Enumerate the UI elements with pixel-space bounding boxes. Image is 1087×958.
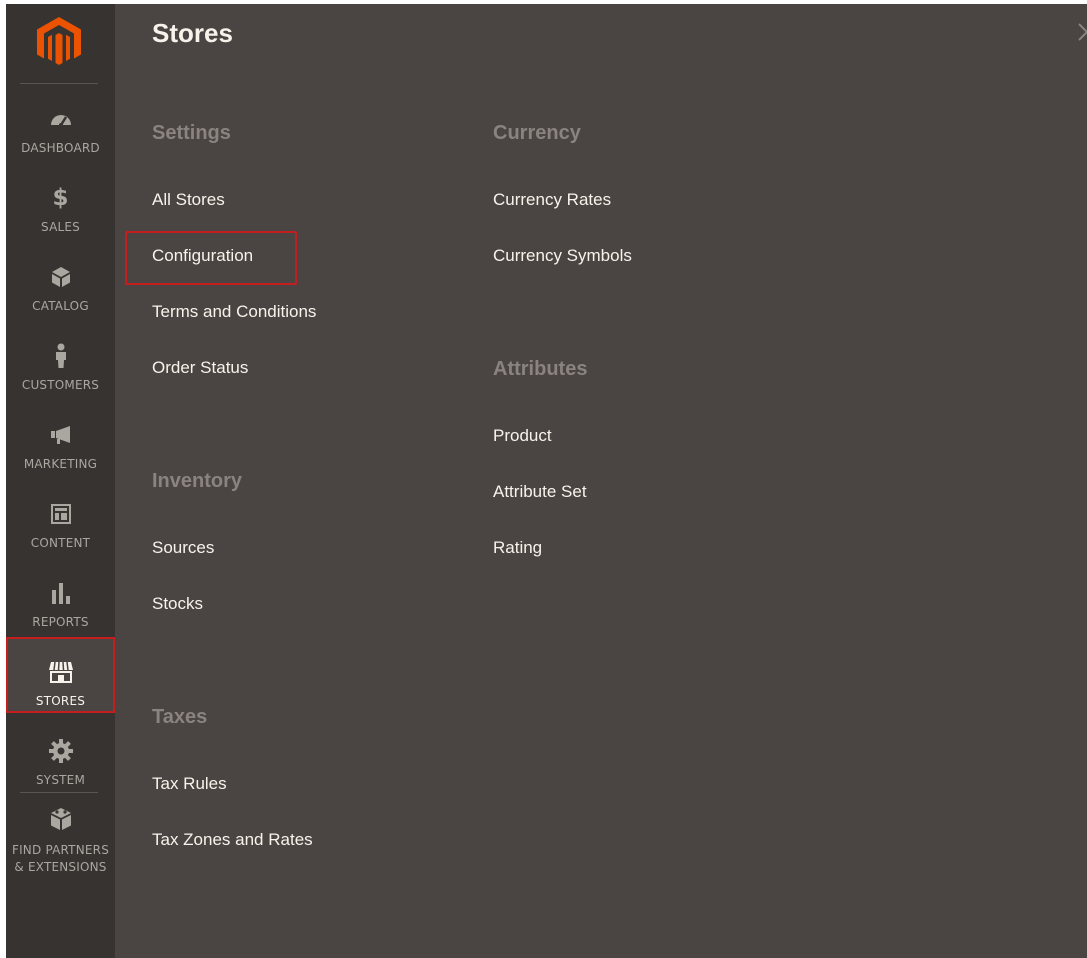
box-icon: [6, 264, 115, 290]
sidebar-item-label: SYSTEM: [35, 773, 86, 787]
section-title-settings: Settings: [152, 122, 231, 144]
link-currency-symbols[interactable]: Currency Symbols: [493, 246, 632, 266]
stores-flyout-panel: Stores Settings All Stores Configuration…: [115, 4, 1087, 958]
dashboard-icon: [6, 106, 115, 132]
admin-app: DASHBOARD $ SALES CATALOG CUSTOMERS MARK…: [0, 0, 1087, 958]
link-attribute-set[interactable]: Attribute Set: [493, 482, 587, 502]
sidebar-item-system[interactable]: SYSTEM: [6, 716, 115, 792]
flyout-title: Stores: [152, 18, 233, 48]
sidebar-item-reports[interactable]: REPORTS: [6, 558, 115, 634]
dollar-icon: $: [52, 185, 69, 211]
link-order-status[interactable]: Order Status: [152, 358, 248, 378]
magento-logo-icon[interactable]: [30, 13, 88, 71]
link-terms-and-conditions[interactable]: Terms and Conditions: [152, 302, 316, 322]
admin-sidebar: DASHBOARD $ SALES CATALOG CUSTOMERS MARK…: [6, 4, 115, 958]
sidebar-item-label: FIND PARTNERS & EXTENSIONS: [6, 842, 115, 876]
layout-icon: [6, 501, 115, 527]
sidebar-item-marketing[interactable]: MARKETING: [6, 400, 115, 476]
storefront-icon: [6, 659, 115, 685]
link-all-stores[interactable]: All Stores: [152, 190, 225, 210]
partners-label-line2: & EXTENSIONS: [14, 860, 107, 874]
section-title-attributes: Attributes: [493, 358, 588, 380]
sidebar-item-sales[interactable]: $ SALES: [6, 163, 115, 239]
link-stocks[interactable]: Stocks: [152, 594, 203, 614]
sidebar-item-customers[interactable]: CUSTOMERS: [6, 321, 115, 397]
sidebar-item-dashboard[interactable]: DASHBOARD: [6, 84, 115, 160]
megaphone-icon: [6, 422, 115, 448]
link-currency-rates[interactable]: Currency Rates: [493, 190, 611, 210]
sidebar-item-catalog[interactable]: CATALOG: [6, 242, 115, 318]
link-tax-rules[interactable]: Tax Rules: [152, 774, 227, 794]
section-title-currency: Currency: [493, 122, 581, 144]
sidebar-item-label: STORES: [35, 694, 86, 708]
sidebar-divider: [20, 792, 98, 793]
sidebar-item-label: CONTENT: [30, 536, 91, 550]
sidebar-item-label: MARKETING: [23, 457, 98, 471]
link-rating[interactable]: Rating: [493, 538, 542, 558]
link-configuration[interactable]: Configuration: [152, 246, 253, 266]
bar-chart-icon: [6, 580, 115, 606]
sidebar-item-content[interactable]: CONTENT: [6, 479, 115, 555]
sidebar-item-label: CUSTOMERS: [21, 378, 100, 392]
sidebar-item-label: REPORTS: [32, 615, 89, 629]
partners-label-line1: FIND PARTNERS: [11, 843, 110, 857]
close-icon[interactable]: [1075, 20, 1087, 44]
sidebar-item-find-partners[interactable]: FIND PARTNERS & EXTENSIONS: [6, 794, 115, 884]
section-title-inventory: Inventory: [152, 470, 243, 492]
sidebar-item-label: DASHBOARD: [21, 141, 100, 155]
cube-icon: [6, 806, 115, 832]
link-tax-zones-and-rates[interactable]: Tax Zones and Rates: [152, 830, 313, 850]
gear-icon: [6, 738, 115, 764]
sidebar-item-label: SALES: [41, 220, 80, 234]
sidebar-item-label: CATALOG: [32, 299, 89, 313]
sidebar-item-stores[interactable]: STORES: [6, 637, 115, 713]
link-product[interactable]: Product: [493, 426, 552, 446]
section-title-taxes: Taxes: [152, 706, 208, 728]
link-sources[interactable]: Sources: [152, 538, 214, 558]
person-icon: [6, 343, 115, 369]
